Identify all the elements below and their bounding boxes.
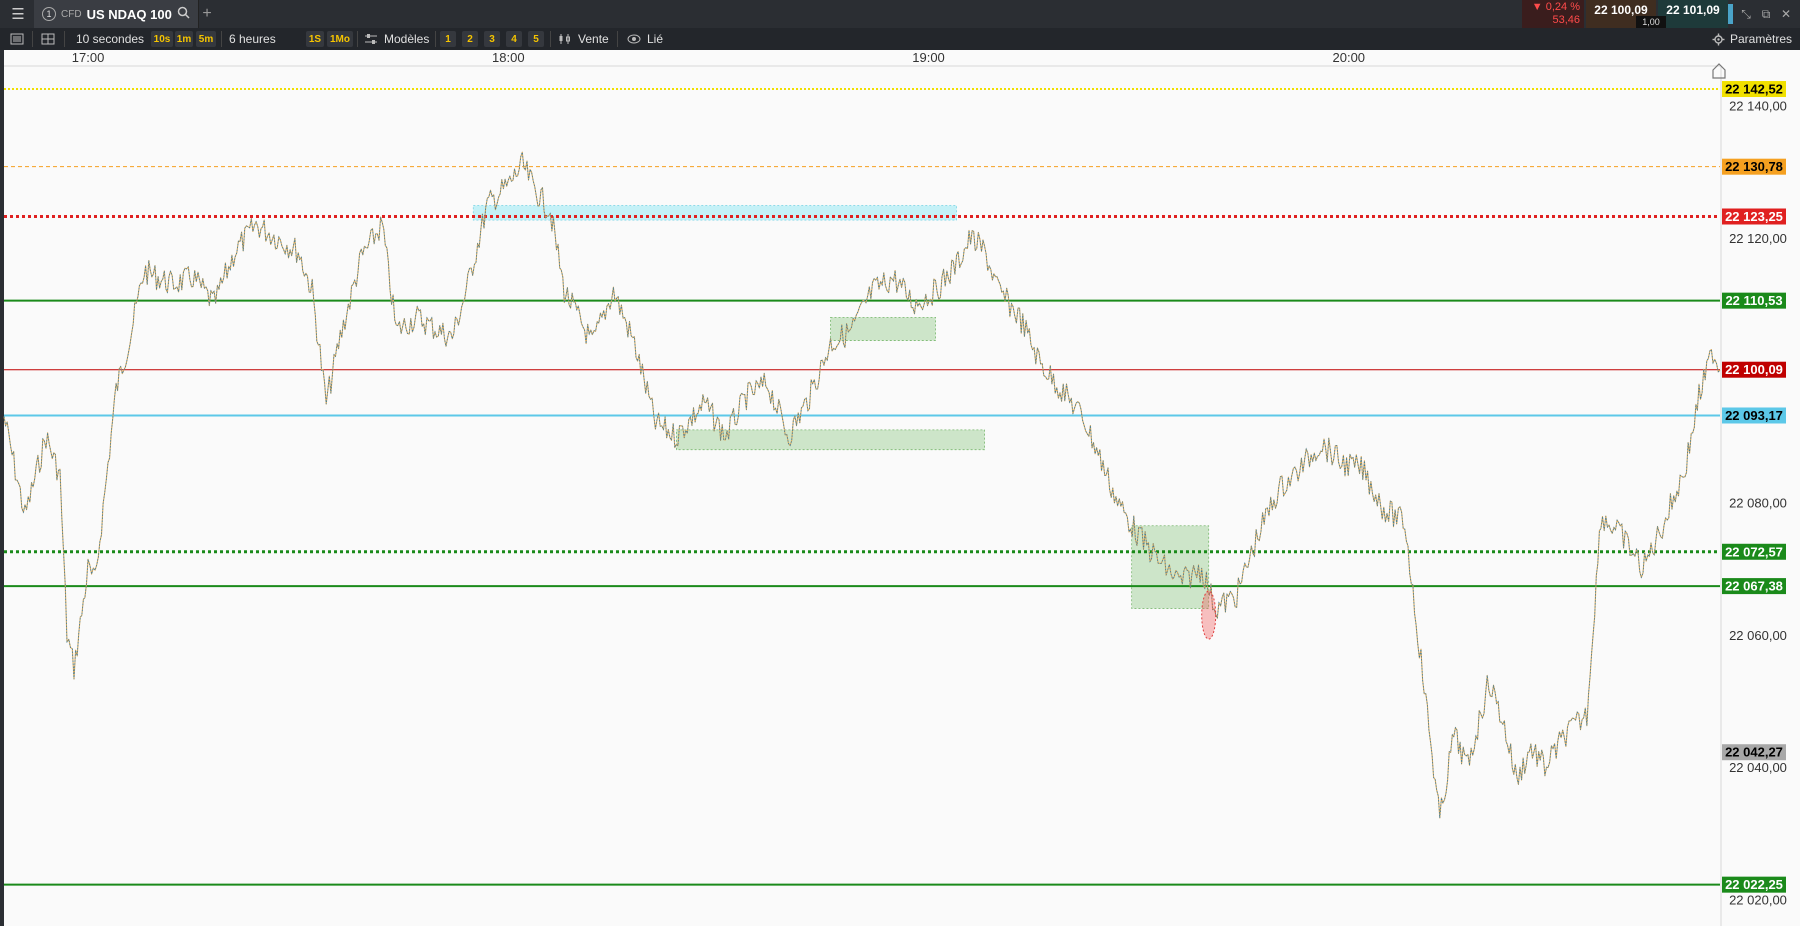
layout-2-button[interactable]: 2	[462, 31, 478, 47]
price-label-text: 22 142,52	[1725, 82, 1783, 97]
toolbar-separator	[357, 31, 358, 47]
maximize-icon[interactable]: ⧉	[1758, 6, 1774, 22]
eye-glyph-icon	[627, 34, 641, 44]
quick-interval-10s[interactable]: 10s	[151, 31, 173, 47]
toolbar-separator	[221, 31, 222, 47]
price-label-text: 22 100,09	[1725, 362, 1783, 377]
price-tick-label: 22 120,00	[1729, 231, 1787, 246]
instrument-tab[interactable]: 1 CFD US NDAQ 100	[34, 0, 199, 28]
quick-interval-5m[interactable]: 5m	[196, 31, 216, 47]
instrument-tab-bar: ☰ 1 CFD US NDAQ 100 + ▼ 0,24 % 53,46 22 …	[0, 0, 1800, 28]
left-edge	[0, 50, 4, 926]
chart-background	[0, 50, 1800, 926]
quick-range-1mo[interactable]: 1Mo	[327, 31, 353, 47]
hamburger-icon[interactable]: ☰	[8, 0, 28, 28]
tab-number-badge: 1	[42, 7, 56, 21]
price-chart[interactable]: 17:00 18:00 19:00 20:00 22 140,00 22 120,00 2…	[0, 50, 1800, 926]
quick-range-1s[interactable]: 1S	[306, 31, 324, 47]
price-label-text: 22 067,38	[1725, 579, 1783, 594]
chart-canvas[interactable]: 17:00 18:00 19:00 20:00 22 140,00 22 120,00 2…	[0, 50, 1800, 926]
price-label-text: 22 130,78	[1725, 159, 1783, 174]
toolbar-separator	[64, 31, 65, 47]
gear-glyph-icon	[1712, 33, 1725, 45]
order-side-icon[interactable]	[558, 28, 572, 50]
price-tick-label: 22 080,00	[1729, 496, 1787, 511]
price-label-text: 22 093,17	[1725, 408, 1783, 423]
buy-price-button[interactable]: 22 101,09	[1658, 0, 1728, 28]
close-icon[interactable]: ✕	[1778, 6, 1794, 22]
grid-glyph-icon	[41, 33, 55, 45]
price-label-text: 22 042,27	[1725, 745, 1783, 760]
change-percent: ▼ 0,24 %	[1531, 1, 1580, 13]
red-ellipse-marker[interactable]	[1201, 590, 1217, 640]
spread-indicator	[1728, 4, 1733, 24]
layout-3-button[interactable]: 3	[484, 31, 500, 47]
interval-dropdown[interactable]: 10 secondes	[76, 28, 144, 50]
list-glyph-icon	[10, 33, 24, 45]
trading-platform-window: ☰ 1 CFD US NDAQ 100 + ▼ 0,24 % 53,46 22 …	[0, 0, 1800, 926]
time-tick-label: 19:00	[912, 50, 945, 65]
price-tick-label: 22 060,00	[1729, 628, 1787, 643]
price-label-text: 22 022,25	[1725, 877, 1783, 892]
toolbar-separator	[435, 31, 436, 47]
layout-grid-icon[interactable]	[41, 28, 55, 50]
order-side-dropdown[interactable]: Vente	[578, 28, 609, 50]
spread-value: 1,00	[1636, 16, 1666, 28]
layout-1-button[interactable]: 1	[440, 31, 456, 47]
red-marker	[1201, 590, 1217, 640]
gear-icon[interactable]	[1712, 28, 1725, 50]
toolbar-separator	[32, 31, 33, 47]
price-label-text: 22 110,53	[1725, 293, 1782, 308]
quick-interval-1m[interactable]: 1m	[175, 31, 193, 47]
range-dropdown[interactable]: 6 heures	[229, 28, 276, 50]
price-tick-label: 22 140,00	[1729, 99, 1787, 114]
layout-5-button[interactable]: 5	[528, 31, 544, 47]
candles-glyph-icon	[559, 34, 570, 44]
price-tick-label: 22 020,00	[1729, 893, 1787, 908]
linked-toggle[interactable]: Lié	[647, 28, 663, 50]
add-tab-button[interactable]: +	[198, 0, 216, 28]
layout-4-button[interactable]: 4	[506, 31, 522, 47]
time-tick-label: 17:00	[72, 50, 105, 65]
cfd-label: CFD	[61, 8, 82, 20]
price-tick-label: 22 040,00	[1729, 760, 1787, 775]
link-icon[interactable]	[627, 28, 641, 50]
magnifier-icon	[177, 6, 190, 19]
price-label-text: 22 123,25	[1725, 209, 1783, 224]
daily-change: ▼ 0,24 % 53,46	[1522, 0, 1584, 28]
search-icon[interactable]	[177, 6, 190, 22]
templates-icon[interactable]	[364, 28, 378, 50]
sliders-glyph-icon	[365, 34, 377, 44]
change-absolute: 53,46	[1552, 14, 1580, 26]
list-icon[interactable]	[10, 28, 24, 50]
detach-icon[interactable]: ⤡	[1738, 6, 1754, 22]
toolbar-separator	[617, 31, 618, 47]
price-label-text: 22 072,57	[1725, 544, 1783, 559]
instrument-name: US NDAQ 100	[86, 6, 172, 22]
toolbar-separator	[550, 31, 551, 47]
time-tick-label: 20:00	[1333, 50, 1366, 65]
chart-toolbar: 10 secondes 10s 1m 5m 6 heures 1S 1Mo Mo…	[0, 28, 1800, 50]
time-tick-label: 18:00	[492, 50, 525, 65]
settings-button[interactable]: Paramètres	[1730, 28, 1792, 50]
templates-button[interactable]: Modèles	[384, 28, 429, 50]
